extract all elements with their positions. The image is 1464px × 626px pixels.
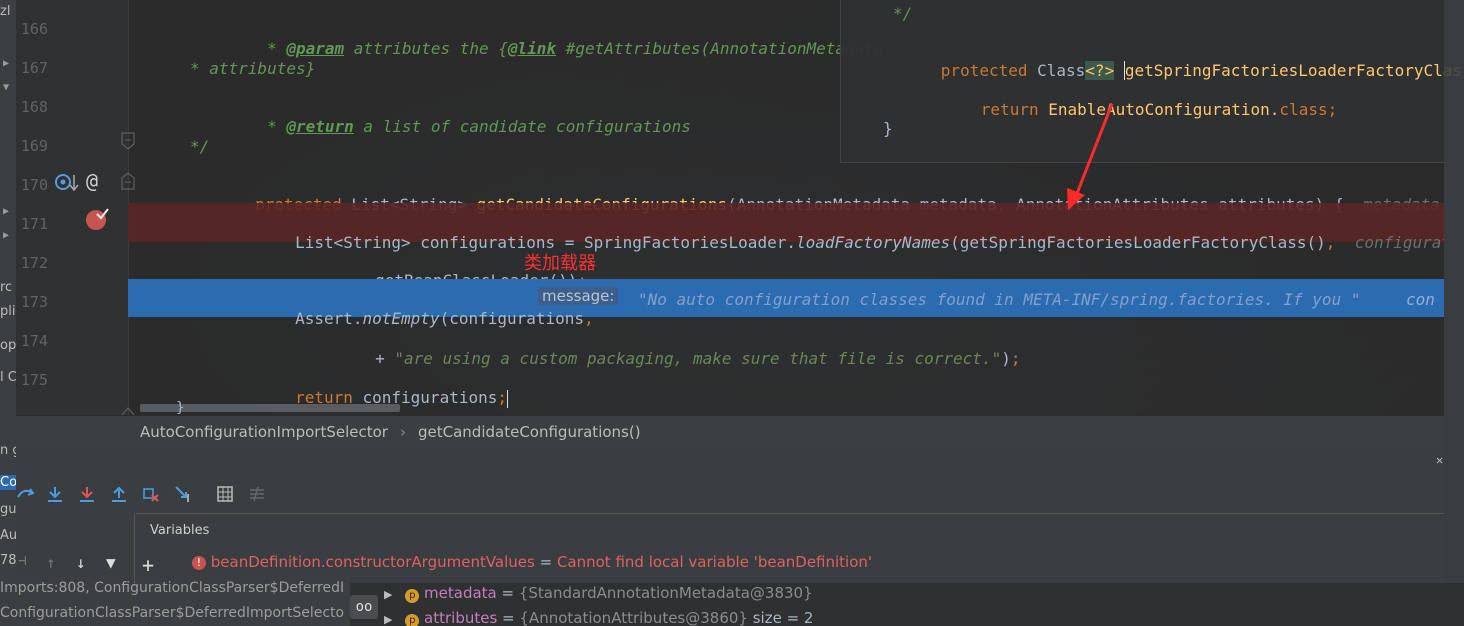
- debugger-panel: ✕ ⊣ ↑ ↓ ▼ + Variables ! beanDefinition.c…: [16, 447, 1444, 583]
- fold-marker-icon[interactable]: [120, 404, 136, 415]
- annotation-at-icon[interactable]: @: [86, 169, 98, 193]
- code-text: * attributes}: [190, 59, 316, 78]
- parameter-icon: p: [405, 614, 420, 626]
- breadcrumb: AutoConfigurationImportSelector › getCan…: [16, 415, 1444, 448]
- frames-column: ⊣ ↑ ↓ ▼: [16, 513, 135, 583]
- panel-item[interactable]: gu: [0, 502, 16, 517]
- line-number: 171: [20, 215, 48, 233]
- inline-hint: con: [1406, 290, 1435, 309]
- quick-definition-popup[interactable]: */ protected Class<?> getSpringFactories…: [840, 0, 1464, 163]
- line-number: 173: [20, 293, 48, 311]
- expand-arrow-icon[interactable]: ▶: [384, 613, 392, 626]
- code-line-175[interactable]: return configurations;: [128, 359, 1444, 408]
- implementation-marker-icon[interactable]: [54, 172, 80, 194]
- evaluate-expression-icon[interactable]: [216, 485, 234, 503]
- panel-label: zl: [0, 4, 11, 19]
- breadcrumb-class[interactable]: AutoConfigurationImportSelector: [140, 423, 388, 441]
- string-literal: "No auto configuration classes found in …: [638, 290, 1361, 309]
- variable-value: {StandardAnnotationMetadata@3830}: [518, 584, 813, 602]
- variable-eq: =: [534, 553, 557, 571]
- panel-item[interactable]: pli: [0, 304, 15, 319]
- collapse-arrow-icon[interactable]: ▼: [3, 82, 9, 93]
- code-line-171-breakpoint[interactable]: List<String> configurations = SpringFact…: [128, 203, 1444, 252]
- show-execution-point-icon[interactable]: [16, 485, 36, 503]
- drop-frame-icon[interactable]: [142, 485, 160, 503]
- variables-list: oo ▶ p metadata = {StandardAnnotationMet…: [350, 583, 1464, 626]
- close-icon[interactable]: ✕: [1436, 453, 1443, 467]
- expand-arrow-icon[interactable]: ▶: [384, 588, 392, 601]
- breakpoint-icon[interactable]: [84, 206, 110, 232]
- variable-size: size = 2: [747, 609, 814, 626]
- parameter-hint-chip: message:: [538, 287, 619, 305]
- closing-brace: }: [176, 400, 185, 415]
- editor-gutter[interactable]: 166 167 168 169 170 171 172 173 174 175 …: [16, 0, 135, 415]
- step-into-icon[interactable]: [78, 485, 96, 503]
- variable-name: attributes: [424, 609, 498, 626]
- trace-stream-icon[interactable]: [248, 485, 266, 503]
- run-to-cursor-icon[interactable]: [174, 485, 194, 503]
- variable-row[interactable]: ▶ p metadata = {StandardAnnotationMetada…: [384, 584, 813, 603]
- right-edge-panel: [1444, 0, 1464, 583]
- panel-item[interactable]: opi: [0, 338, 16, 353]
- code-line-174[interactable]: + "are using a custom packaging, make su…: [128, 320, 1444, 368]
- annotation-arrow-icon: [1067, 103, 1114, 210]
- popup-line: return EnableAutoConfiguration.class;: [980, 100, 1338, 119]
- panel-item[interactable]: Au: [0, 528, 16, 543]
- watches-glasses-icon[interactable]: oo: [350, 595, 378, 619]
- panel-item-selected[interactable]: Co: [0, 475, 16, 490]
- line-number: 166: [20, 20, 48, 38]
- panel-item[interactable]: n g: [0, 443, 16, 458]
- parameter-icon: p: [405, 589, 420, 603]
- filter-icon[interactable]: ▼: [106, 553, 116, 572]
- line-number: 172: [20, 254, 48, 272]
- variable-eq: =: [497, 609, 520, 626]
- down-arrow-icon[interactable]: ↓: [76, 553, 86, 572]
- text-caret: [507, 389, 508, 408]
- panel-item[interactable]: 78,: [0, 553, 16, 568]
- line-number: 169: [20, 137, 48, 155]
- breadcrumb-separator: ›: [400, 423, 406, 441]
- frame-item[interactable]: ConfigurationClassParser$DeferredImportS…: [0, 605, 344, 621]
- variable-value: Cannot find local variable 'beanDefiniti…: [556, 553, 873, 571]
- popup-line: */: [893, 4, 913, 23]
- variable-name: beanDefinition.constructorArgumentValues: [210, 553, 535, 571]
- step-out-icon[interactable]: [110, 485, 128, 503]
- project-panel-edge: zl ▶ ▼ ▶ ▶ rc pli opi l C n g Co gu Au 7…: [0, 0, 16, 626]
- line-number: 168: [20, 98, 48, 116]
- variable-eq: =: [496, 584, 519, 602]
- variable-row[interactable]: ▶ p attributes = {AnnotationAttributes@3…: [384, 609, 813, 626]
- variable-name: metadata: [424, 584, 497, 602]
- expand-arrow-icon[interactable]: ▶: [3, 206, 9, 217]
- breadcrumb-method[interactable]: getCandidateConfigurations(): [418, 423, 641, 441]
- add-watch-icon[interactable]: +: [142, 553, 154, 577]
- variables-header: Variables: [136, 513, 1444, 544]
- variables-title: Variables: [150, 523, 210, 538]
- variable-value: {AnnotationAttributes@3860}: [519, 609, 748, 626]
- red-annotation-text: 类加载器: [524, 253, 596, 274]
- popup-line: }: [883, 119, 893, 138]
- code-line-173-current[interactable]: Assert.notEmpty(configurations, message:…: [128, 279, 1444, 328]
- variable-row-error[interactable]: ! beanDefinition.constructorArgumentValu…: [192, 553, 872, 571]
- frame-item[interactable]: Imports:808, ConfigurationClassParser$De…: [0, 580, 344, 596]
- code-line-170[interactable]: protected List<String> getCandidateConfi…: [128, 166, 1444, 214]
- code-line-172[interactable]: getBeanClassLoader()); 类加载器: [128, 242, 1444, 290]
- expand-arrow-icon[interactable]: ▶: [3, 58, 9, 69]
- ide-window: zl ▶ ▼ ▶ ▶ rc pli opi l C n g Co gu Au 7…: [0, 0, 1464, 626]
- code-text: */: [190, 137, 210, 156]
- panel-item[interactable]: l C: [0, 370, 16, 385]
- line-number: 174: [20, 332, 48, 350]
- frame-left-icon[interactable]: ⊣: [18, 553, 26, 569]
- error-icon: !: [192, 555, 206, 570]
- up-arrow-icon[interactable]: ↑: [46, 553, 56, 572]
- expand-arrow-icon[interactable]: ▶: [3, 230, 9, 241]
- panel-item[interactable]: rc: [0, 280, 12, 295]
- line-number: 175: [20, 371, 48, 389]
- line-number: 167: [20, 59, 48, 77]
- frames-list: Imports:808, ConfigurationClassParser$De…: [0, 580, 350, 626]
- step-over-icon[interactable]: [46, 485, 64, 503]
- line-number: 170: [20, 176, 48, 194]
